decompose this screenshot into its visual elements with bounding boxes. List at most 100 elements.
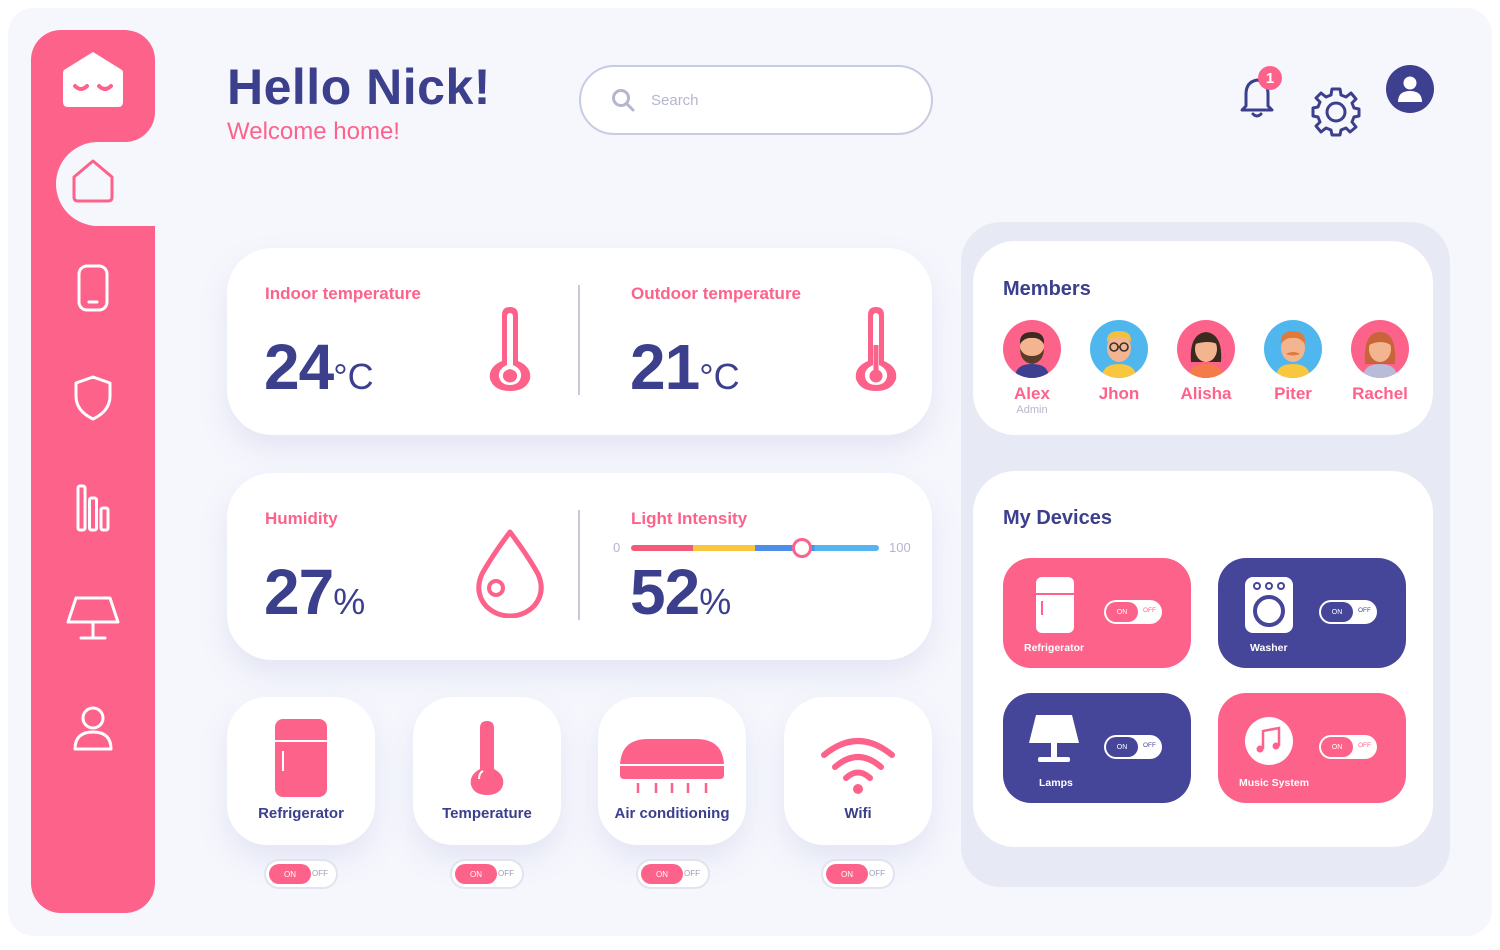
tile-label: Refrigerator xyxy=(258,805,344,822)
shield-icon xyxy=(74,375,112,421)
search-icon xyxy=(612,89,635,112)
sidebar-item-energy[interactable] xyxy=(62,588,124,648)
quick-control-wifi[interactable]: Wifi xyxy=(784,697,932,845)
toggle-on-label: ON xyxy=(455,864,497,884)
avatar xyxy=(1003,320,1061,378)
slider-max-label: 100 xyxy=(889,540,911,555)
member-name: Alex xyxy=(1014,384,1050,403)
settings-button[interactable] xyxy=(1310,86,1362,138)
lamp-icon xyxy=(1029,715,1079,762)
toggle-off-label: OFF xyxy=(869,869,885,878)
humidity-value: 27% xyxy=(264,556,366,628)
member-jhon[interactable]: Jhon xyxy=(1079,320,1159,404)
device-label: Washer xyxy=(1250,642,1288,654)
water-drop-icon xyxy=(476,529,544,618)
quick-control-temperature[interactable]: Temperature xyxy=(413,697,561,845)
refrigerator-device-toggle[interactable]: ON OFF xyxy=(1104,600,1162,624)
member-alex[interactable]: Alex Admin xyxy=(992,320,1072,416)
toggle-on-label: ON xyxy=(269,864,311,884)
toggle-on-label: ON xyxy=(1321,602,1353,622)
device-label: Music System xyxy=(1239,777,1310,789)
sidebar-item-statistics[interactable] xyxy=(62,478,124,538)
member-alisha[interactable]: Alisha xyxy=(1166,320,1246,404)
greeting-subtitle: Welcome home! xyxy=(227,118,400,145)
thermometer-icon xyxy=(470,721,504,795)
sidebar-item-devices[interactable] xyxy=(62,258,124,318)
outdoor-temperature-label: Outdoor temperature xyxy=(631,284,802,303)
slider-min-label: 0 xyxy=(613,540,621,555)
device-washer[interactable]: ON OFF Washer xyxy=(1218,558,1406,668)
light-intensity-value: 52% xyxy=(630,556,732,628)
member-name: Jhon xyxy=(1098,384,1140,403)
toggle-off-label: OFF xyxy=(1143,742,1156,749)
gear-icon xyxy=(1311,87,1361,137)
home-icon xyxy=(72,159,114,203)
card-divider xyxy=(578,510,580,620)
refrigerator-icon xyxy=(275,719,327,797)
humidity-label: Humidity xyxy=(265,509,338,528)
refrigerator-icon xyxy=(1036,577,1074,633)
quick-control-air-conditioning[interactable]: Air conditioning xyxy=(598,697,746,845)
user-icon xyxy=(73,706,113,751)
card-divider xyxy=(578,285,580,395)
phone-icon xyxy=(77,264,109,312)
sidebar-item-profile[interactable] xyxy=(62,698,124,758)
member-rachel[interactable]: Rachel xyxy=(1340,320,1420,404)
indoor-temperature-label: Indoor temperature xyxy=(265,284,421,303)
search-input[interactable] xyxy=(651,91,891,109)
avatar xyxy=(1351,320,1409,378)
app-logo xyxy=(62,50,124,108)
member-name: Rachel xyxy=(1352,384,1408,403)
toggle-off-label: OFF xyxy=(312,869,328,878)
indoor-temperature-value: 24°C xyxy=(264,331,374,403)
solar-panel-icon xyxy=(66,596,120,640)
toggle-off-label: OFF xyxy=(1358,607,1371,614)
member-name: Alisha xyxy=(1180,384,1232,403)
members-title: Members xyxy=(1003,278,1091,300)
my-devices-title: My Devices xyxy=(1003,507,1112,529)
notification-badge: 1 xyxy=(1258,66,1282,90)
sidebar-item-security[interactable] xyxy=(62,368,124,428)
toggle-off-label: OFF xyxy=(498,869,514,878)
toggle-on-label: ON xyxy=(641,864,683,884)
toggle-off-label: OFF xyxy=(1358,742,1371,749)
tile-label: Air conditioning xyxy=(614,805,730,822)
air-conditioning-toggle[interactable]: ON OFF xyxy=(636,859,710,889)
toggle-off-label: OFF xyxy=(684,869,700,878)
refrigerator-toggle[interactable]: ON OFF xyxy=(264,859,338,889)
member-piter[interactable]: Piter xyxy=(1253,320,1333,404)
avatar xyxy=(1177,320,1235,378)
bar-chart-icon xyxy=(76,484,110,532)
avatar xyxy=(1090,320,1148,378)
device-label: Lamps xyxy=(1039,777,1073,789)
sidebar-item-home[interactable] xyxy=(62,150,124,210)
thermometer-icon xyxy=(855,307,897,391)
thermometer-icon xyxy=(489,307,531,391)
toggle-on-label: ON xyxy=(1106,602,1138,622)
user-icon xyxy=(1398,76,1422,102)
washer-device-toggle[interactable]: ON OFF xyxy=(1319,600,1377,624)
tile-label: Wifi xyxy=(844,805,872,822)
member-role: Admin xyxy=(1016,404,1048,416)
light-intensity-slider-track[interactable] xyxy=(631,545,879,551)
music-note-icon xyxy=(1245,717,1293,765)
music-system-device-toggle[interactable]: ON OFF xyxy=(1319,735,1377,759)
wifi-toggle[interactable]: ON OFF xyxy=(821,859,895,889)
toggle-off-label: OFF xyxy=(1143,607,1156,614)
device-label: Refrigerator xyxy=(1024,642,1085,654)
avatar xyxy=(1264,320,1322,378)
air-conditioner-icon xyxy=(620,739,724,793)
user-avatar-button[interactable] xyxy=(1386,65,1434,113)
device-refrigerator[interactable]: ON OFF Refrigerator xyxy=(1003,558,1191,668)
device-lamps[interactable]: ON OFF Lamps xyxy=(1003,693,1191,803)
toggle-on-label: ON xyxy=(1106,737,1138,757)
temperature-toggle[interactable]: ON OFF xyxy=(450,859,524,889)
search-bar[interactable] xyxy=(579,65,933,135)
wifi-icon xyxy=(821,738,895,794)
toggle-on-label: ON xyxy=(1321,737,1353,757)
light-intensity-slider-thumb[interactable] xyxy=(792,538,813,558)
device-music-system[interactable]: ON OFF Music System xyxy=(1218,693,1406,803)
quick-control-refrigerator[interactable]: Refrigerator xyxy=(227,697,375,845)
lamps-device-toggle[interactable]: ON OFF xyxy=(1104,735,1162,759)
outdoor-temperature-value: 21°C xyxy=(630,331,740,403)
